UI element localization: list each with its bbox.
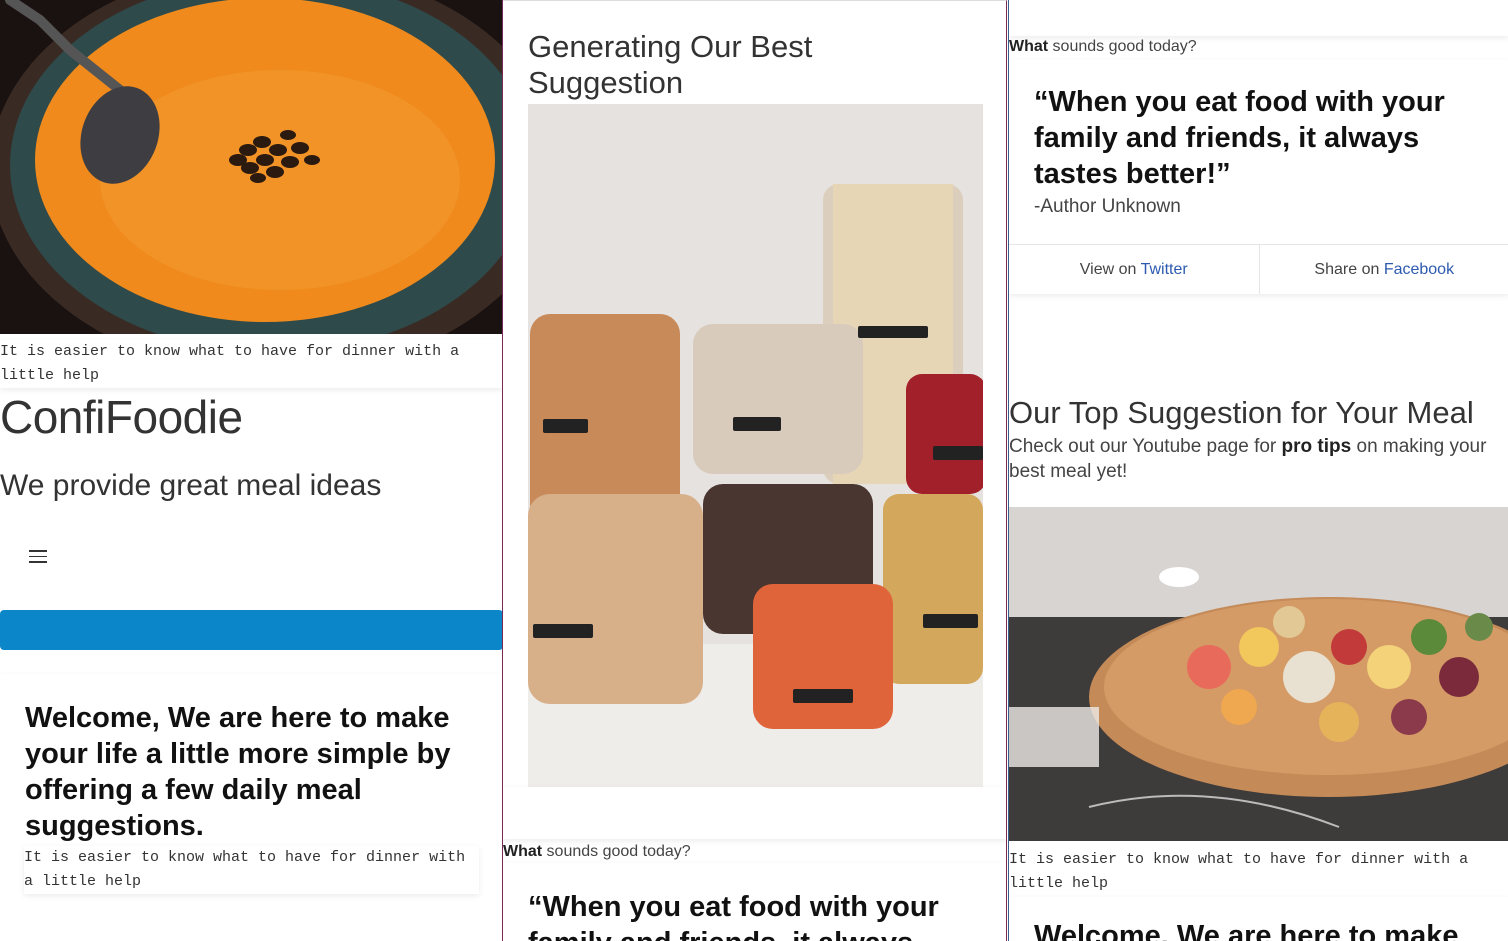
welcome-caption: It is easier to know what to have for di… [24,846,479,894]
soup-bowl-image [0,0,502,334]
view-prefix: View on [1079,261,1141,278]
welcome-heading-partial: Welcome, We are here to make [1034,920,1459,941]
tagline: We provide great meal ideas [0,469,382,502]
facebook-link[interactable]: Facebook [1384,261,1454,278]
top-suggestion-text-before: Check out our Youtube page for [1009,436,1282,457]
quote-text-partial: “When you eat food with your family and … [528,891,939,941]
caption-text: It is easier to know what to have for di… [0,343,460,384]
caption-right-text: It is easier to know what to have for di… [1009,851,1469,892]
charcuterie-board-image [1009,507,1508,841]
column-middle: Generating Our Best Suggestion What soun… [503,0,1007,941]
share-prefix: Share on [1314,261,1384,278]
column-right: What sounds good today? “When you eat fo… [1008,0,1508,941]
prompt-rest-right: sounds good today? [1048,38,1197,55]
pantry-jars-image [528,104,983,787]
quote-actions: View on Twitter Share on Facebook [1009,244,1508,294]
column-left: It is easier to know what to have for di… [0,0,503,941]
hamburger-menu-icon[interactable] [29,550,47,564]
top-card-edge [1009,0,1508,36]
suggestion-title: Generating Our Best Suggestion [528,29,813,100]
twitter-link[interactable]: Twitter [1141,261,1188,278]
view-on-twitter-link[interactable]: View on Twitter [1009,245,1259,294]
caption-card: It is easier to know what to have for di… [0,340,502,388]
caption-right: It is easier to know what to have for di… [1009,848,1508,896]
image-card-footer [503,787,1006,839]
what-sounds-good-prompt-right: What sounds good today? [1009,37,1197,57]
top-suggestion-text: Check out our Youtube page for pro tips … [1009,434,1504,484]
pro-tips-bold: pro tips [1281,436,1352,457]
top-suggestion-title: Our Top Suggestion for Your Meal [1009,395,1474,430]
brand-title: ConfiFoodie [0,391,243,443]
prompt-bold: What [503,843,543,860]
what-sounds-good-prompt: What sounds good today? [503,842,691,862]
prompt-bold-right: What [1009,38,1049,55]
prompt-rest: sounds good today? [542,843,691,860]
nav-bar[interactable] [0,610,502,650]
quote-author: -Author Unknown [1034,196,1181,217]
share-on-facebook-link[interactable]: Share on Facebook [1258,245,1508,294]
quote-text: “When you eat food with your family and … [1034,86,1445,190]
welcome-heading: Welcome, We are here to make your life a… [25,702,451,842]
welcome-caption-text: It is easier to know what to have for di… [24,849,466,890]
